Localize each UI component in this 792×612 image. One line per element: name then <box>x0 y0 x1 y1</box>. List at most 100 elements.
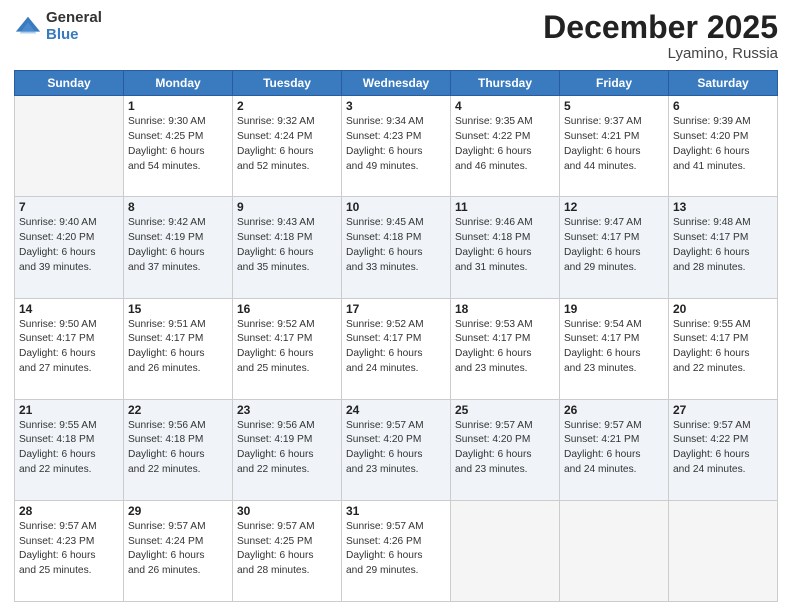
calendar-header-row: Sunday Monday Tuesday Wednesday Thursday… <box>15 71 778 96</box>
table-row: 14 Sunrise: 9:50 AMSunset: 4:17 PMDayligh… <box>15 298 124 399</box>
day-number: 16 <box>237 302 337 316</box>
day-info: Sunrise: 9:30 AMSunset: 4:25 PMDaylight:… <box>128 115 228 174</box>
table-row: 2 Sunrise: 9:32 AMSunset: 4:24 PMDaylight… <box>233 96 342 197</box>
day-number: 5 <box>564 99 664 113</box>
day-info: Sunrise: 9:57 AMSunset: 4:20 PMDaylight:… <box>455 419 555 478</box>
table-row: 27 Sunrise: 9:57 AMSunset: 4:22 PMDayligh… <box>669 399 778 500</box>
table-row: 17 Sunrise: 9:52 AMSunset: 4:17 PMDayligh… <box>342 298 451 399</box>
table-row <box>669 500 778 601</box>
title-block: December 2025 Lyamino, Russia <box>543 10 778 62</box>
logo: General Blue <box>14 10 102 43</box>
table-row: 28 Sunrise: 9:57 AMSunset: 4:23 PMDayligh… <box>15 500 124 601</box>
day-number: 24 <box>346 403 446 417</box>
day-info: Sunrise: 9:56 AMSunset: 4:19 PMDaylight:… <box>237 419 337 478</box>
calendar-week-row: 1Sunrise: 9:30 AMSunset: 4:25 PMDaylight… <box>15 96 778 197</box>
day-number: 29 <box>128 504 228 518</box>
day-number: 30 <box>237 504 337 518</box>
table-row: 15 Sunrise: 9:51 AMSunset: 4:17 PMDayligh… <box>124 298 233 399</box>
day-number: 6 <box>673 99 773 113</box>
day-info: Sunrise: 9:43 AMSunset: 4:18 PMDaylight:… <box>237 216 337 275</box>
table-row <box>451 500 560 601</box>
day-number: 26 <box>564 403 664 417</box>
day-info: Sunrise: 9:40 AMSunset: 4:20 PMDaylight:… <box>19 216 119 275</box>
day-info: Sunrise: 9:34 AMSunset: 4:23 PMDaylight:… <box>346 115 446 174</box>
day-number: 4 <box>455 99 555 113</box>
table-row: 22 Sunrise: 9:56 AMSunset: 4:18 PMDayligh… <box>124 399 233 500</box>
title-month: December 2025 <box>543 10 778 45</box>
header: General Blue December 2025 Lyamino, Russ… <box>14 10 778 62</box>
table-row: 10Sunrise: 9:45 AMSunset: 4:18 PMDayligh… <box>342 197 451 298</box>
day-number: 12 <box>564 200 664 214</box>
day-number: 25 <box>455 403 555 417</box>
day-number: 19 <box>564 302 664 316</box>
day-number: 9 <box>237 200 337 214</box>
day-number: 21 <box>19 403 119 417</box>
day-info: Sunrise: 9:56 AMSunset: 4:18 PMDaylight:… <box>128 419 228 478</box>
col-monday: Monday <box>124 71 233 96</box>
day-number: 18 <box>455 302 555 316</box>
table-row: 23 Sunrise: 9:56 AMSunset: 4:19 PMDayligh… <box>233 399 342 500</box>
calendar-table: Sunday Monday Tuesday Wednesday Thursday… <box>14 70 778 602</box>
calendar-week-row: 7Sunrise: 9:40 AMSunset: 4:20 PMDaylight… <box>15 197 778 298</box>
day-info: Sunrise: 9:55 AMSunset: 4:18 PMDaylight:… <box>19 419 119 478</box>
table-row: 6 Sunrise: 9:39 AMSunset: 4:20 PMDaylight… <box>669 96 778 197</box>
day-number: 22 <box>128 403 228 417</box>
col-sunday: Sunday <box>15 71 124 96</box>
day-info: Sunrise: 9:39 AMSunset: 4:20 PMDaylight:… <box>673 115 773 174</box>
day-info: Sunrise: 9:57 AMSunset: 4:20 PMDaylight:… <box>346 419 446 478</box>
day-number: 27 <box>673 403 773 417</box>
logo-text: General Blue <box>46 10 102 43</box>
table-row <box>560 500 669 601</box>
day-number: 14 <box>19 302 119 316</box>
table-row: 24 Sunrise: 9:57 AMSunset: 4:20 PMDayligh… <box>342 399 451 500</box>
day-info: Sunrise: 9:52 AMSunset: 4:17 PMDaylight:… <box>237 318 337 377</box>
table-row: 7Sunrise: 9:40 AMSunset: 4:20 PMDaylight… <box>15 197 124 298</box>
table-row <box>15 96 124 197</box>
title-location: Lyamino, Russia <box>543 45 778 62</box>
table-row: 3Sunrise: 9:34 AMSunset: 4:23 PMDaylight… <box>342 96 451 197</box>
calendar-week-row: 21 Sunrise: 9:55 AMSunset: 4:18 PMDayligh… <box>15 399 778 500</box>
day-info: Sunrise: 9:52 AMSunset: 4:17 PMDaylight:… <box>346 318 446 377</box>
logo-icon <box>14 13 42 41</box>
day-info: Sunrise: 9:54 AMSunset: 4:17 PMDaylight:… <box>564 318 664 377</box>
table-row: 11 Sunrise: 9:46 AMSunset: 4:18 PMDayligh… <box>451 197 560 298</box>
day-info: Sunrise: 9:57 AMSunset: 4:23 PMDaylight:… <box>19 520 119 579</box>
day-info: Sunrise: 9:48 AMSunset: 4:17 PMDaylight:… <box>673 216 773 275</box>
table-row: 1Sunrise: 9:30 AMSunset: 4:25 PMDaylight… <box>124 96 233 197</box>
day-info: Sunrise: 9:51 AMSunset: 4:17 PMDaylight:… <box>128 318 228 377</box>
day-number: 13 <box>673 200 773 214</box>
day-number: 11 <box>455 200 555 214</box>
day-number: 10 <box>346 200 446 214</box>
day-number: 28 <box>19 504 119 518</box>
calendar-week-row: 14 Sunrise: 9:50 AMSunset: 4:17 PMDayligh… <box>15 298 778 399</box>
day-number: 17 <box>346 302 446 316</box>
day-info: Sunrise: 9:57 AMSunset: 4:26 PMDaylight:… <box>346 520 446 579</box>
day-info: Sunrise: 9:46 AMSunset: 4:18 PMDaylight:… <box>455 216 555 275</box>
col-thursday: Thursday <box>451 71 560 96</box>
day-number: 8 <box>128 200 228 214</box>
table-row: 30Sunrise: 9:57 AMSunset: 4:25 PMDayligh… <box>233 500 342 601</box>
day-info: Sunrise: 9:50 AMSunset: 4:17 PMDaylight:… <box>19 318 119 377</box>
col-wednesday: Wednesday <box>342 71 451 96</box>
table-row: 21 Sunrise: 9:55 AMSunset: 4:18 PMDayligh… <box>15 399 124 500</box>
table-row: 31Sunrise: 9:57 AMSunset: 4:26 PMDayligh… <box>342 500 451 601</box>
day-number: 23 <box>237 403 337 417</box>
table-row: 16 Sunrise: 9:52 AMSunset: 4:17 PMDayligh… <box>233 298 342 399</box>
day-number: 15 <box>128 302 228 316</box>
table-row: 9 Sunrise: 9:43 AMSunset: 4:18 PMDaylight… <box>233 197 342 298</box>
table-row: 18Sunrise: 9:53 AMSunset: 4:17 PMDayligh… <box>451 298 560 399</box>
day-info: Sunrise: 9:47 AMSunset: 4:17 PMDaylight:… <box>564 216 664 275</box>
table-row: 4Sunrise: 9:35 AMSunset: 4:22 PMDaylight… <box>451 96 560 197</box>
table-row: 20Sunrise: 9:55 AMSunset: 4:17 PMDayligh… <box>669 298 778 399</box>
day-info: Sunrise: 9:57 AMSunset: 4:22 PMDaylight:… <box>673 419 773 478</box>
day-number: 2 <box>237 99 337 113</box>
table-row: 19 Sunrise: 9:54 AMSunset: 4:17 PMDayligh… <box>560 298 669 399</box>
day-info: Sunrise: 9:42 AMSunset: 4:19 PMDaylight:… <box>128 216 228 275</box>
col-friday: Friday <box>560 71 669 96</box>
day-info: Sunrise: 9:57 AMSunset: 4:21 PMDaylight:… <box>564 419 664 478</box>
table-row: 13 Sunrise: 9:48 AMSunset: 4:17 PMDayligh… <box>669 197 778 298</box>
col-saturday: Saturday <box>669 71 778 96</box>
day-info: Sunrise: 9:32 AMSunset: 4:24 PMDaylight:… <box>237 115 337 174</box>
table-row: 12 Sunrise: 9:47 AMSunset: 4:17 PMDayligh… <box>560 197 669 298</box>
day-info: Sunrise: 9:55 AMSunset: 4:17 PMDaylight:… <box>673 318 773 377</box>
